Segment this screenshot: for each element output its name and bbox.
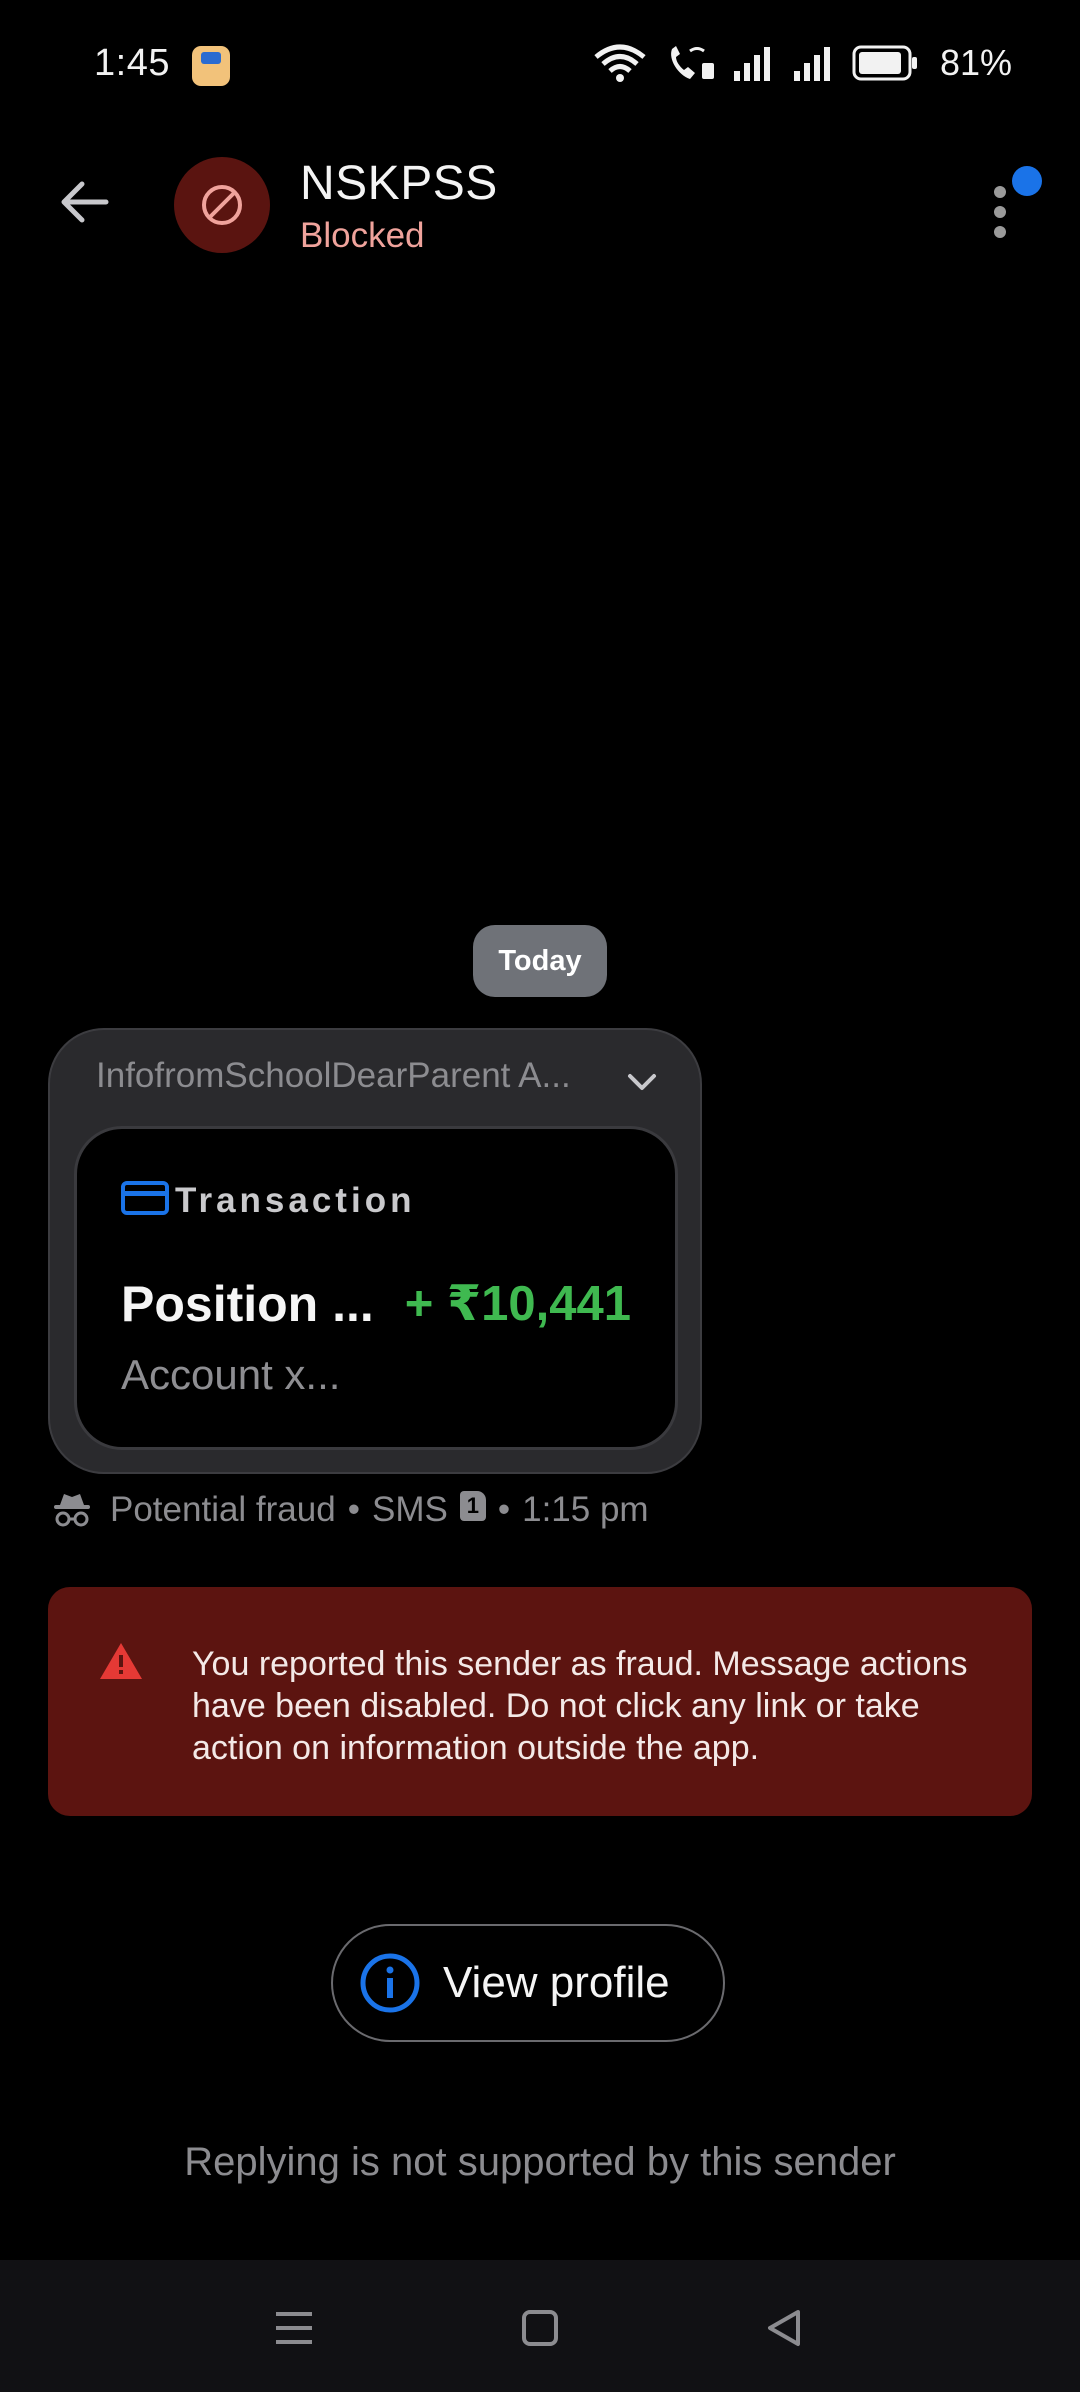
channel-label: SMS: [371, 1490, 448, 1529]
date-chip: Today: [473, 925, 607, 997]
wifi-icon: [594, 44, 646, 82]
message-meta: Potential fraud • SMS 1 • 1:15 pm: [52, 1490, 649, 1530]
card-title: Transaction: [175, 1181, 416, 1220]
more-options-dot: [994, 206, 1006, 218]
view-profile-button[interactable]: View profile: [331, 1924, 725, 2042]
conversation-header: NSKPSS Blocked: [0, 150, 1080, 260]
battery-percentage: 81%: [939, 42, 1012, 83]
contact-name: NSKPSS: [300, 157, 498, 210]
more-options-dot: [994, 226, 1006, 238]
back-button[interactable]: [52, 170, 116, 234]
menu-icon: [276, 2312, 312, 2344]
back-arrow-icon: [61, 181, 109, 223]
card-sub-text: Account x...: [121, 1351, 341, 1398]
back-nav-button[interactable]: [754, 2300, 814, 2356]
battery-icon: [852, 45, 917, 81]
fraud-label: Potential fraud: [110, 1490, 336, 1529]
wifi-calling-icon: [671, 46, 714, 79]
status-icons: 81%: [592, 42, 1012, 84]
info-icon: [360, 1953, 420, 2013]
meta-separator: •: [347, 1490, 360, 1529]
meta-separator: •: [497, 1490, 511, 1529]
signal-icon: [733, 47, 770, 81]
status-bar: 1:45 81%: [0, 0, 1080, 130]
credit-card-icon: [121, 1181, 169, 1215]
sim-icon: 1: [459, 1491, 486, 1521]
status-time: 1:45: [94, 42, 170, 84]
more-options-button[interactable]: [970, 164, 1050, 244]
blocked-icon: [202, 185, 242, 225]
notification-app-icon: [192, 46, 230, 86]
message-time: 1:15 pm: [522, 1490, 649, 1529]
system-navigation-bar: [0, 2260, 1080, 2392]
avatar[interactable]: [174, 157, 270, 253]
home-button[interactable]: [510, 2300, 570, 2356]
back-triangle-icon: [768, 2310, 800, 2346]
transaction-card[interactable]: Transaction Position ... + ₹10,441 Accou…: [74, 1126, 678, 1450]
reply-not-supported-note: Replying is not supported by this sender: [184, 2140, 896, 2184]
card-main-text: Position ...: [121, 1276, 374, 1332]
home-icon: [522, 2310, 558, 2346]
notification-badge: [1012, 166, 1042, 196]
message-preview: InfofromSchoolDearParent A...: [96, 1056, 571, 1095]
signal-icon: [793, 47, 830, 81]
recent-apps-button[interactable]: [264, 2300, 324, 2356]
more-options-icon: [994, 186, 1006, 198]
incognito-spy-icon: [54, 1494, 90, 1527]
chevron-down-icon[interactable]: [620, 1060, 664, 1104]
warning-triangle-icon: [100, 1643, 142, 1679]
view-profile-label: View profile: [443, 1958, 670, 2007]
transaction-amount: + ₹10,441: [404, 1277, 631, 1331]
contact-status: Blocked: [300, 216, 425, 255]
warning-text: You reported this sender as fraud. Messa…: [192, 1645, 968, 1767]
message-bubble[interactable]: InfofromSchoolDearParent A... Transactio…: [48, 1028, 702, 1474]
fraud-warning-banner: You reported this sender as fraud. Messa…: [48, 1587, 1032, 1816]
